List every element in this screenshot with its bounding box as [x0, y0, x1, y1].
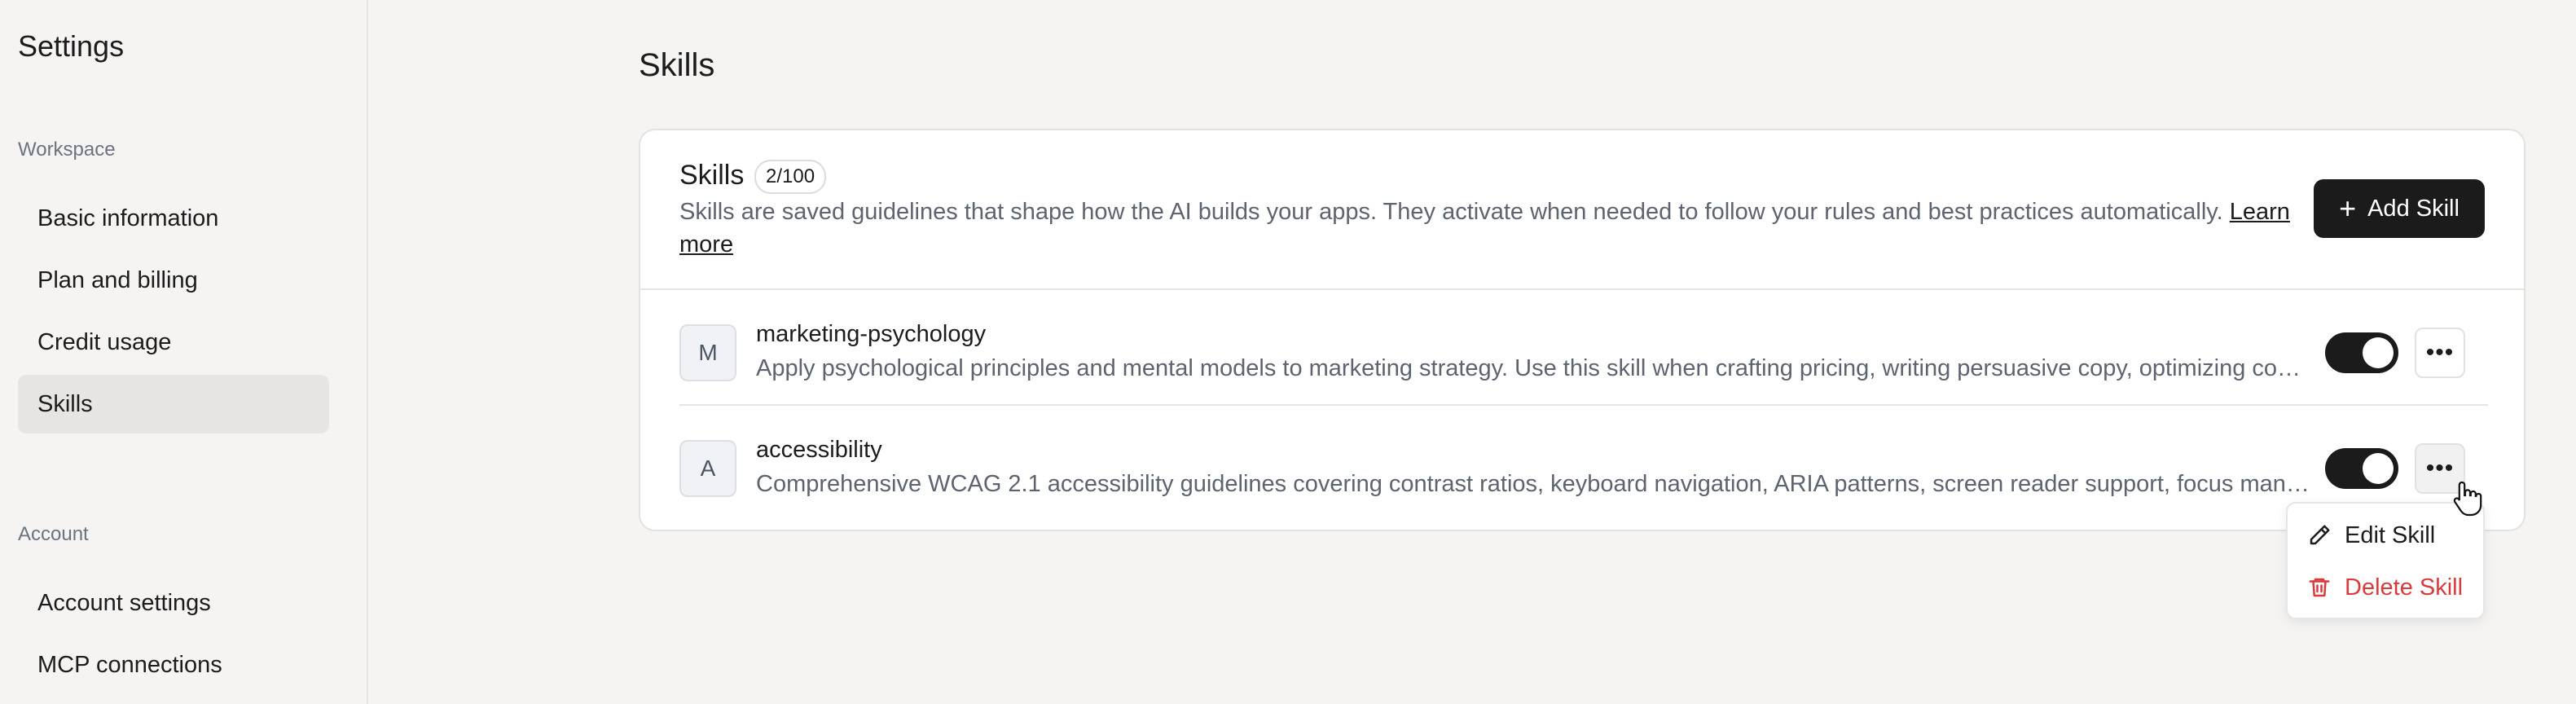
skill-row: A accessibility Comprehensive WCAG 2.1 a…: [679, 406, 2488, 520]
toggle-knob: [2363, 337, 2394, 368]
skill-context-menu: Edit Skill Delete Skill: [2286, 502, 2485, 619]
skills-description: Skills are saved guidelines that shape h…: [679, 196, 2301, 261]
skills-heading: Skills: [679, 160, 745, 191]
pencil-icon: [2310, 525, 2330, 545]
skills-description-text: Skills are saved guidelines that shape h…: [679, 199, 2223, 225]
skill-avatar: M: [679, 324, 736, 381]
delete-skill-label: Delete Skill: [2345, 574, 2464, 601]
edit-skill-label: Edit Skill: [2345, 521, 2436, 548]
sidebar-item-label: MCP connections: [37, 651, 222, 678]
skill-more-button[interactable]: •••: [2415, 328, 2465, 378]
delete-skill-menu-item[interactable]: Delete Skill: [2307, 567, 2463, 608]
edit-skill-menu-item[interactable]: Edit Skill: [2307, 515, 2435, 556]
skill-name: accessibility: [756, 437, 882, 463]
skill-description: Apply psychological principles and menta…: [756, 355, 2312, 381]
sidebar-item-mcp-connections[interactable]: MCP connections: [18, 636, 329, 694]
sidebar-item-skills[interactable]: Skills: [18, 375, 329, 433]
sidebar-title: Settings: [18, 29, 125, 63]
skills-count-badge: 2/100: [754, 160, 827, 194]
sidebar-item-basic-information[interactable]: Basic information: [18, 189, 329, 248]
more-horizontal-icon: •••: [2425, 455, 2455, 482]
settings-sidebar: Settings Workspace Basic information Pla…: [0, 0, 368, 704]
skill-enabled-toggle[interactable]: [2325, 332, 2398, 373]
account-section-label: Account: [18, 523, 89, 545]
skills-card-header: Skills 2/100 Skills are saved guidelines…: [640, 130, 2524, 290]
plus-icon: +: [2339, 191, 2357, 225]
sidebar-item-account-settings[interactable]: Account settings: [18, 574, 329, 632]
add-skill-label: Add Skill: [2367, 195, 2460, 222]
sidebar-item-label: Skills: [37, 390, 93, 417]
sidebar-item-label: Credit usage: [37, 328, 172, 355]
skill-name: marketing-psychology: [756, 321, 987, 347]
sidebar-item-plan-and-billing[interactable]: Plan and billing: [18, 251, 329, 310]
hand-cursor-icon: [2453, 481, 2482, 517]
page-title: Skills: [639, 47, 715, 83]
skill-avatar: A: [679, 440, 736, 497]
more-horizontal-icon: •••: [2425, 339, 2455, 366]
skills-card: Skills 2/100 Skills are saved guidelines…: [639, 129, 2525, 531]
sidebar-item-credit-usage[interactable]: Credit usage: [18, 313, 329, 372]
sidebar-item-label: Account settings: [37, 589, 211, 616]
skill-row: M marketing-psychology Apply psychologic…: [679, 290, 2488, 406]
sidebar-item-label: Plan and billing: [37, 266, 198, 293]
skill-enabled-toggle[interactable]: [2325, 448, 2398, 489]
toggle-knob: [2363, 453, 2394, 484]
workspace-section-label: Workspace: [18, 139, 116, 161]
add-skill-button[interactable]: + Add Skill: [2314, 179, 2485, 238]
skill-description: Comprehensive WCAG 2.1 accessibility gui…: [756, 471, 2312, 497]
trash-icon: [2309, 578, 2330, 597]
sidebar-item-label: Basic information: [37, 205, 219, 231]
